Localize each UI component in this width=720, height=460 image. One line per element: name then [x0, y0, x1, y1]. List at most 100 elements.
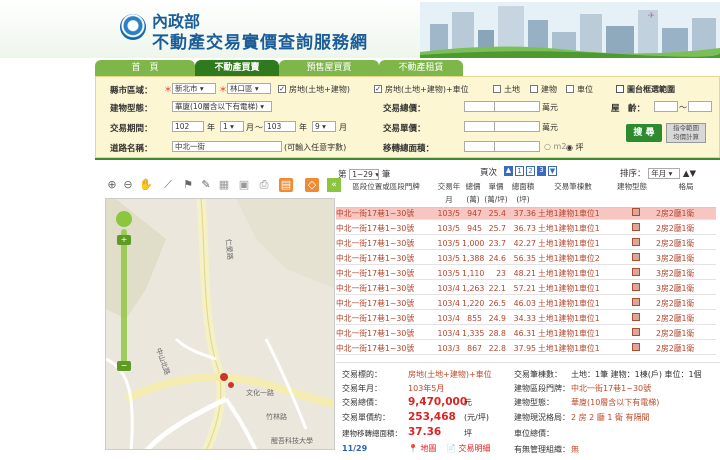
cell-area: 36.73	[513, 224, 536, 233]
county-select[interactable]: 新北市 ▾	[172, 83, 216, 94]
detail-unit-value: 253,468	[408, 411, 456, 423]
detail-area-unit: 坪	[464, 429, 472, 438]
table-row[interactable]: 中北一街17巷1~30號 103/5 1,000 23.7 42.27 土地1建物1車位1…	[336, 238, 716, 250]
type-checkbox-land[interactable]	[493, 85, 501, 93]
page-2[interactable]: 2	[526, 166, 535, 176]
detail-parking-label: 車位總價：	[514, 429, 554, 438]
period-from-month-select[interactable]: 1 ▾	[220, 121, 244, 132]
zoom-plus-button[interactable]: +	[117, 235, 131, 245]
measure-icon[interactable]: ⟋	[161, 178, 175, 192]
road-input[interactable]: 中北一街	[172, 141, 282, 152]
period-to-month-select[interactable]: 9 ▾	[312, 121, 336, 132]
result-range-select[interactable]: 1~29 ▾	[349, 169, 380, 180]
type-checkbox-building[interactable]	[530, 85, 538, 93]
period-from-year-input[interactable]: 102	[172, 121, 204, 132]
page-3[interactable]: 3	[537, 166, 546, 176]
cell-counts: 土地1建物1車位1	[538, 314, 600, 323]
panel-divider	[95, 158, 720, 160]
area-max-input[interactable]	[494, 141, 540, 152]
zoom-minus-button[interactable]: −	[117, 361, 131, 371]
detail-link-icon[interactable]: 📄 交易明細	[446, 443, 491, 454]
table-row[interactable]: 中北一街17巷1~30號 103/5 947 25.4 37.36 土地1建物1車位1 2房…	[336, 208, 716, 220]
zoom-slider[interactable]	[121, 229, 127, 369]
table-row[interactable]: 中北一街17巷1~30號 103/4 1,220 26.5 46.03 土地1建物1車位1…	[336, 298, 716, 310]
cell-address: 中北一街17巷1~30號	[336, 269, 415, 278]
tab-real-estate-sale[interactable]: 不動產買賣	[195, 60, 279, 76]
table-icon[interactable]: ▤	[279, 178, 293, 192]
cell-date: 103/4	[437, 284, 460, 293]
unit-price-max-input[interactable]	[494, 121, 540, 132]
cell-layout: 2房2廳1衛	[656, 299, 695, 308]
layers-icon[interactable]: ▣	[237, 178, 251, 192]
age-max-input[interactable]	[688, 101, 712, 112]
cell-total-price: 867	[467, 344, 482, 353]
cell-counts: 土地1建物1車位1	[538, 344, 600, 353]
sort-select[interactable]: 年月 ▾	[648, 168, 681, 179]
map-link-icon[interactable]: 📍 地圖	[408, 443, 437, 454]
page-1[interactable]: 1	[515, 166, 524, 176]
table-row[interactable]: 中北一街17巷1~30號 103/5 1,110 23 48.21 土地1建物1車位1 3房…	[336, 268, 716, 280]
page-label: 頁次	[480, 168, 498, 178]
cell-date: 103/5	[437, 269, 460, 278]
print-icon[interactable]: ⎙	[257, 178, 271, 192]
age-label: 屋 齡：	[611, 104, 646, 114]
period-to-year-input[interactable]: 103	[264, 121, 296, 132]
cell-date: 103/4	[437, 329, 460, 338]
cell-address: 中北一街17巷1~30號	[336, 224, 415, 233]
detail-type-label: 建物型態：	[514, 398, 554, 407]
map-canvas: 仁愛路 文化一路 中山北路 竹林路 醒吾科技大學	[106, 199, 334, 449]
cell-unit-price: 22.1	[488, 284, 506, 293]
sort-desc-icon[interactable]: ▼	[689, 169, 696, 179]
tab-home[interactable]: 首 頁	[95, 60, 195, 76]
range-average-button[interactable]: 指令範圍 均價計算	[666, 123, 706, 143]
table-row[interactable]: 中北一街17巷1~30號 103/4 855 24.9 34.33 土地1建物1車位1 2房…	[336, 313, 716, 325]
table-row[interactable]: 中北一街17巷1~30號 103/5 1,388 24.6 56.35 土地1建物1車位2…	[336, 253, 716, 265]
table-row[interactable]: 中北一街17巷1~30號 103/4 1,335 28.8 46.31 土地1建物1車位1…	[336, 328, 716, 340]
erase-icon[interactable]: ✎	[199, 178, 213, 192]
district-select[interactable]: 林口區 ▾	[227, 83, 271, 94]
cell-area: 46.03	[513, 299, 536, 308]
map-range-checkbox[interactable]	[616, 85, 624, 93]
cell-unit-price: 24.6	[488, 254, 506, 263]
unit-radio-ping[interactable]: ◉ 坪	[566, 142, 584, 153]
table-row[interactable]: 中北一街17巷1~30號 103/5 945 25.7 36.73 土地1建物1車位1 2房…	[336, 223, 716, 235]
building-type-select[interactable]: 華廈(10層含以下有電梯) ▾	[172, 101, 272, 112]
tab-rental[interactable]: 不動產租賃	[379, 60, 463, 76]
svg-text:✈: ✈	[648, 11, 655, 20]
cell-unit-price: 23.7	[488, 239, 506, 248]
cell-unit-price: 23	[496, 269, 506, 278]
search-button[interactable]: 搜 尋	[626, 124, 662, 142]
photo-icon[interactable]: ▦	[217, 178, 231, 192]
type-checkbox-house-land-parking[interactable]: ✓	[374, 85, 382, 93]
unit-radio-m2[interactable]: ○ m2	[544, 142, 566, 151]
next-page-icon[interactable]: ▼	[548, 166, 557, 176]
detail-area-label: 建物移轉總面積：	[342, 429, 402, 438]
zoom-in-icon[interactable]: ⊕	[105, 178, 119, 192]
type-option-label: 土地	[504, 85, 520, 94]
cell-unit-price: 26.5	[488, 299, 506, 308]
tab-presale[interactable]: 預售屋買賣	[279, 60, 379, 76]
cell-address: 中北一街17巷1~30號	[336, 344, 415, 353]
cell-layout: 3房2廳1衛	[656, 284, 695, 293]
type-option-label: 建物	[541, 85, 557, 94]
map-view[interactable]: 仁愛路 文化一路 中山北路 竹林路 醒吾科技大學 + −	[105, 198, 335, 450]
select-icon[interactable]: ◇	[305, 178, 319, 192]
zoom-out-icon[interactable]: ⊖	[121, 178, 135, 192]
map-pan-control[interactable]	[116, 211, 132, 227]
age-min-input[interactable]	[654, 101, 678, 112]
column-header: 建物型態	[617, 182, 647, 191]
pan-hand-icon[interactable]: ✋	[139, 178, 153, 192]
pagination: 頁次 ▲ 1 2 3 ▼	[480, 166, 557, 178]
total-price-max-input[interactable]	[494, 101, 540, 112]
first-page-icon[interactable]: ▲	[504, 166, 513, 176]
cell-unit-price: 24.9	[488, 314, 506, 323]
type-option-label: 房地(土地+建物)	[289, 85, 350, 94]
type-option-label: 車位	[577, 85, 593, 94]
type-checkbox-house-land[interactable]: ✓	[278, 85, 286, 93]
table-row[interactable]: 中北一街17巷1~30號 103/4 1,263 22.1 57.21 土地1建物1車位1…	[336, 283, 716, 295]
type-checkbox-parking[interactable]	[566, 85, 574, 93]
marker-icon[interactable]: ⚑	[181, 178, 195, 192]
unit-price-unit: 萬元	[542, 123, 558, 132]
table-row[interactable]: 中北一街17巷1~30號 103/3 867 22.8 37.95 土地1建物1車位1 2房…	[336, 343, 716, 355]
column-header: 格局	[678, 182, 694, 191]
